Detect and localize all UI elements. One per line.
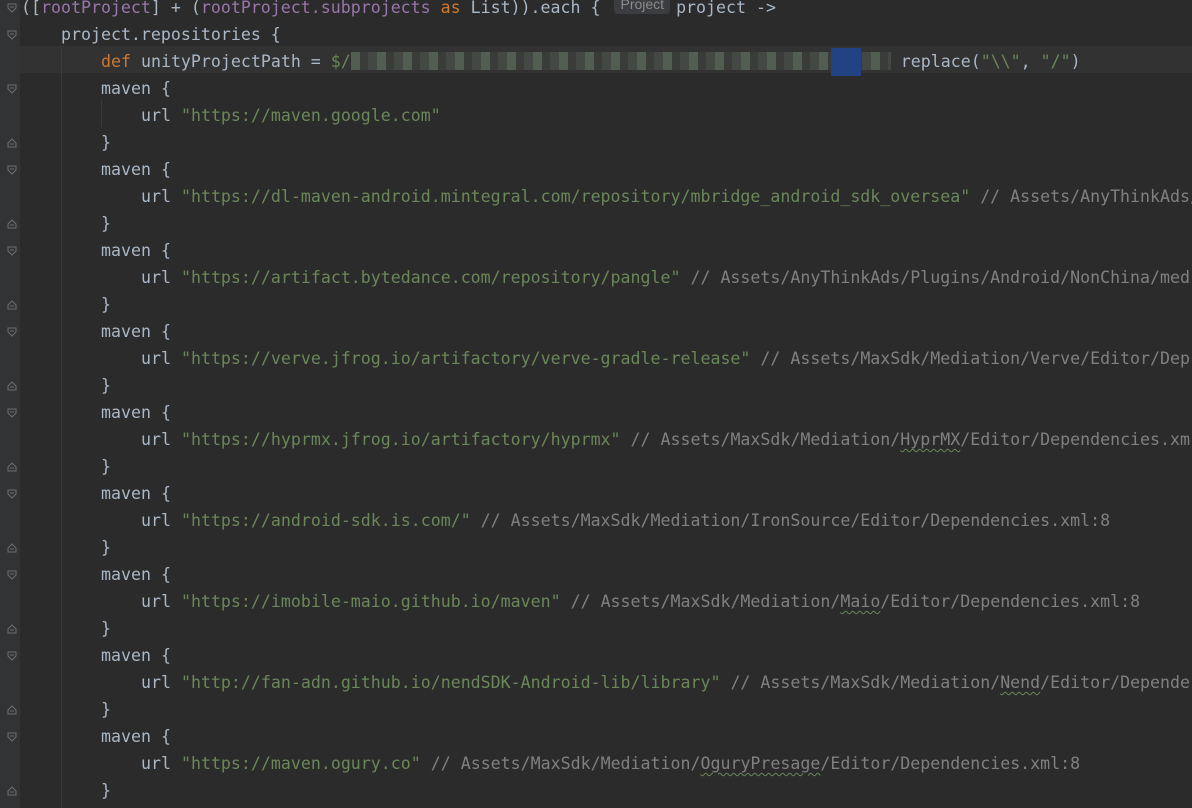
- maven-block-open[interactable]: maven {: [21, 723, 171, 750]
- code-editor[interactable]: ([rootProject] + (rootProject.subproject…: [0, 0, 1192, 808]
- fold-close-icon[interactable]: [7, 786, 17, 796]
- maven-block-close[interactable]: }: [21, 129, 111, 156]
- repository-url: "https://maven.ogury.co": [180, 754, 421, 773]
- spellcheck-word: Nend: [1000, 673, 1041, 692]
- fold-open-icon[interactable]: [7, 732, 17, 742]
- maven-block-open[interactable]: maven {: [21, 237, 171, 264]
- text-selection: [830, 48, 861, 76]
- fold-close-icon[interactable]: [7, 624, 17, 634]
- fold-close-icon[interactable]: [7, 705, 17, 715]
- fold-open-icon[interactable]: [7, 30, 17, 40]
- fold-open-icon[interactable]: [7, 570, 17, 580]
- maven-block-close[interactable]: }: [21, 777, 111, 804]
- maven-block-close[interactable]: }: [21, 534, 111, 561]
- maven-url-line[interactable]: url "https://artifact.bytedance.com/repo…: [21, 264, 1190, 291]
- maven-block-close[interactable]: }: [21, 291, 111, 318]
- maven-block-close[interactable]: }: [21, 696, 111, 723]
- source-comment: // Assets/MaxSdk/Mediation/IronSource/Ed…: [470, 511, 1111, 530]
- code-line-3[interactable]: def unityProjectPath = $/ replace("\\", …: [21, 48, 1081, 76]
- fold-open-icon[interactable]: [7, 246, 17, 256]
- maven-url-line[interactable]: url "https://verve.jfrog.io/artifactory/…: [21, 345, 1190, 372]
- source-comment: // Assets/MaxSdk/Mediation/: [620, 430, 901, 449]
- fold-close-icon[interactable]: [7, 300, 17, 310]
- maven-url-line[interactable]: url "https://imobile-maio.github.io/mave…: [21, 588, 1140, 615]
- source-comment: // Assets/AnyThinkAds/Plugins/Android/No…: [680, 268, 1190, 287]
- maven-block-open[interactable]: maven {: [21, 399, 171, 426]
- maven-url-line[interactable]: url "https://android-sdk.is.com/" // Ass…: [21, 507, 1110, 534]
- repository-url: "https://hyprmx.jfrog.io/artifactory/hyp…: [180, 430, 621, 449]
- repository-url: "https://artifact.bytedance.com/reposito…: [180, 268, 681, 287]
- maven-block-open[interactable]: maven {: [21, 75, 171, 102]
- maven-block-open[interactable]: maven {: [21, 318, 171, 345]
- maven-block-open[interactable]: maven {: [21, 561, 171, 588]
- repository-url: "https://dl-maven-android.mintegral.com/…: [180, 187, 971, 206]
- fold-open-icon[interactable]: [7, 3, 17, 13]
- fold-close-icon[interactable]: [7, 462, 17, 472]
- source-comment: // Assets/MaxSdk/Mediation/: [720, 673, 1001, 692]
- repository-url: "https://verve.jfrog.io/artifactory/verv…: [180, 349, 751, 368]
- maven-url-line[interactable]: url "http://fan-adn.github.io/nendSDK-An…: [21, 669, 1190, 696]
- maven-block-open[interactable]: maven {: [21, 156, 171, 183]
- maven-block-open[interactable]: maven {: [21, 642, 171, 669]
- fold-close-icon[interactable]: [7, 381, 17, 391]
- repository-url: "https://imobile-maio.github.io/maven": [180, 592, 561, 611]
- editor-gutter: [0, 0, 20, 808]
- fold-open-icon[interactable]: [7, 327, 17, 337]
- fold-open-icon[interactable]: [7, 165, 17, 175]
- maven-block-close[interactable]: }: [21, 372, 111, 399]
- maven-url-line[interactable]: url "https://hyprmx.jfrog.io/artifactory…: [21, 426, 1190, 453]
- source-comment: // Assets/MaxSdk/Mediation/: [420, 754, 701, 773]
- fold-open-icon[interactable]: [7, 651, 17, 661]
- fold-close-icon[interactable]: [7, 543, 17, 553]
- code-line-2[interactable]: project.repositories {: [21, 21, 281, 48]
- spellcheck-word: Maio: [840, 592, 881, 611]
- maven-block-close[interactable]: }: [21, 615, 111, 642]
- maven-url-line[interactable]: url "https://maven.google.com": [21, 102, 441, 129]
- fold-open-icon[interactable]: [7, 84, 17, 94]
- spellcheck-word: HyprMX: [900, 430, 961, 449]
- inlay-type-hint: Project: [614, 0, 671, 14]
- fold-close-icon[interactable]: [7, 219, 17, 229]
- maven-block-close[interactable]: }: [21, 210, 111, 237]
- maven-block-close[interactable]: }: [21, 453, 111, 480]
- repository-url: "https://android-sdk.is.com/": [180, 511, 471, 530]
- code-line-1[interactable]: ([rootProject] + (rootProject.subproject…: [21, 0, 776, 21]
- source-comment: // Assets/MaxSdk/Mediation/: [560, 592, 841, 611]
- repository-url: "http://fan-adn.github.io/nendSDK-Androi…: [180, 673, 721, 692]
- repository-url: "https://maven.google.com": [180, 106, 441, 125]
- maven-url-line[interactable]: url "https://dl-maven-android.mintegral.…: [21, 183, 1192, 210]
- maven-block-open[interactable]: maven {: [21, 480, 171, 507]
- fold-close-icon[interactable]: [7, 138, 17, 148]
- redacted-path: [350, 48, 891, 76]
- source-comment: // Assets/AnyThinkAds/: [970, 187, 1192, 206]
- source-comment: // Assets/MaxSdk/Mediation/Verve/Editor/…: [750, 349, 1190, 368]
- spellcheck-word: OguryPresage: [700, 754, 821, 773]
- fold-open-icon[interactable]: [7, 408, 17, 418]
- fold-open-icon[interactable]: [7, 489, 17, 499]
- maven-url-line[interactable]: url "https://maven.ogury.co" // Assets/M…: [21, 750, 1080, 777]
